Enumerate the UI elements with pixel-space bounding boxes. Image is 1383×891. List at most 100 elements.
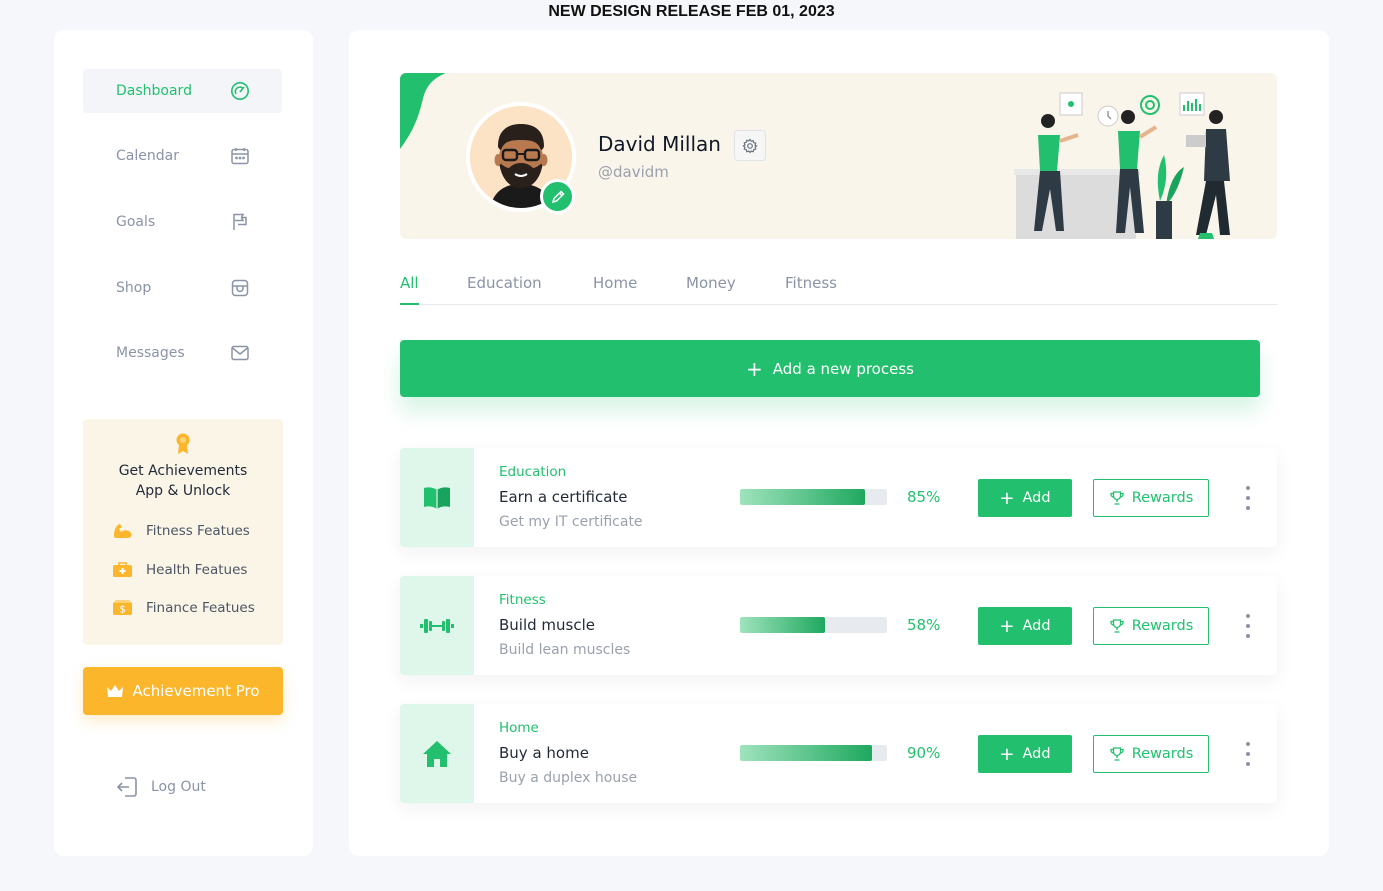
profile-handle: @davidm: [598, 163, 669, 181]
house-icon: [423, 740, 451, 767]
mail-icon: [231, 345, 249, 361]
sidebar-item-label: Calendar: [116, 148, 179, 164]
process-row-education[interactable]: Education Earn a certificate Get my IT c…: [400, 448, 1277, 547]
process-subtitle: Get my IT certificate: [499, 514, 643, 530]
process-icon-tile: [400, 448, 474, 547]
plus-icon: +: [999, 615, 1015, 637]
rewards-button[interactable]: Rewards: [1093, 735, 1209, 773]
progress-percent: 85%: [907, 488, 941, 506]
edit-avatar-button[interactable]: [540, 179, 575, 214]
process-icon-tile: [400, 704, 474, 803]
tab-education[interactable]: Education: [467, 274, 542, 305]
trophy-icon: [1110, 491, 1124, 505]
team-illustration: [1014, 92, 1230, 239]
feature-label: Finance Featues: [146, 599, 255, 616]
process-category: Home: [499, 720, 539, 736]
shop-icon: [231, 279, 249, 297]
profile-name: David Millan: [598, 132, 721, 156]
more-options-icon[interactable]: [1240, 612, 1256, 640]
process-title: Buy a home: [499, 744, 589, 762]
achievements-title-line1: Get Achievements: [118, 463, 248, 479]
tab-all[interactable]: All: [400, 274, 419, 305]
progress-bar: [740, 617, 887, 633]
book-icon: [424, 486, 450, 509]
progress-bar: [740, 745, 887, 761]
add-process-label: Add a new process: [772, 359, 914, 378]
sidebar: Dashboard Calendar Goals Shop Messages G…: [54, 30, 313, 856]
plus-icon: +: [999, 743, 1015, 765]
pencil-icon: [551, 189, 565, 203]
sidebar-item-dashboard[interactable]: Dashboard: [83, 69, 282, 113]
plus-icon: +: [746, 356, 763, 381]
process-title: Earn a certificate: [499, 488, 628, 506]
add-button-label: Add: [1022, 490, 1051, 506]
sidebar-item-label: Messages: [116, 345, 185, 361]
process-category: Fitness: [499, 592, 546, 608]
more-options-icon[interactable]: [1240, 484, 1256, 512]
svg-text:$: $: [119, 605, 125, 616]
rewards-button[interactable]: Rewards: [1093, 607, 1209, 645]
profile-banner: David Millan @davidm: [400, 73, 1277, 239]
process-title: Build muscle: [499, 616, 595, 634]
progress-fill: [740, 489, 865, 505]
feature-health[interactable]: Health Featues: [112, 561, 247, 578]
flag-icon: [233, 213, 247, 230]
add-button-label: Add: [1022, 618, 1051, 634]
progress-bar: [740, 489, 887, 505]
main-panel: David Millan @davidm All Education Home …: [349, 30, 1329, 856]
muscle-icon: [114, 524, 132, 538]
tab-money[interactable]: Money: [686, 274, 736, 305]
achievements-title: Get Achievements App & Unlock: [83, 461, 283, 501]
process-row-fitness[interactable]: Fitness Build muscle Build lean muscles …: [400, 576, 1277, 675]
release-banner: NEW DESIGN RELEASE FEB 01, 2023: [548, 3, 835, 20]
progress-percent: 58%: [907, 616, 941, 634]
tab-home[interactable]: Home: [593, 274, 637, 305]
pro-button-label: Achievement Pro: [132, 682, 260, 700]
feature-label: Fitness Featues: [146, 522, 250, 539]
rewards-button-label: Rewards: [1131, 490, 1194, 506]
logout-link[interactable]: Log Out: [115, 776, 206, 798]
add-button-label: Add: [1022, 746, 1051, 762]
decorative-blob: [400, 73, 446, 149]
process-subtitle: Build lean muscles: [499, 642, 631, 658]
plus-icon: +: [999, 487, 1015, 509]
achievement-pro-button[interactable]: Achievement Pro: [83, 667, 283, 715]
gear-icon: [742, 138, 758, 153]
medical-kit-icon: [113, 562, 132, 577]
tab-fitness[interactable]: Fitness: [785, 274, 837, 305]
feature-fitness[interactable]: Fitness Featues: [112, 522, 250, 539]
add-process-button[interactable]: + Add a new process: [400, 340, 1260, 397]
settings-button[interactable]: [734, 130, 766, 161]
sidebar-item-shop[interactable]: Shop: [83, 266, 282, 310]
sidebar-item-messages[interactable]: Messages: [83, 331, 282, 375]
process-icon-tile: [400, 576, 474, 675]
sidebar-item-goals[interactable]: Goals: [83, 200, 282, 244]
sidebar-item-label: Shop: [116, 280, 152, 296]
tab-bar: All Education Home Money Fitness: [400, 274, 1277, 305]
achievements-card: Get Achievements App & Unlock Fitness Fe…: [83, 419, 283, 645]
sidebar-item-label: Goals: [116, 214, 156, 230]
feature-label: Health Featues: [146, 561, 248, 578]
more-options-icon[interactable]: [1240, 740, 1256, 768]
progress-percent: 90%: [907, 744, 941, 762]
add-button[interactable]: + Add: [978, 735, 1072, 773]
add-button[interactable]: + Add: [978, 607, 1072, 645]
rewards-button[interactable]: Rewards: [1093, 479, 1209, 517]
sidebar-item-calendar[interactable]: Calendar: [83, 134, 282, 178]
rewards-button-label: Rewards: [1131, 618, 1194, 634]
progress-fill: [740, 617, 826, 633]
money-icon: $: [113, 600, 132, 616]
achievements-title-line2: App & Unlock: [135, 483, 231, 499]
process-row-home[interactable]: Home Buy a home Buy a duplex house 90% +…: [400, 704, 1277, 803]
logout-icon: [116, 777, 137, 797]
add-button[interactable]: + Add: [978, 479, 1072, 517]
trophy-icon: [1110, 619, 1124, 633]
rewards-button-label: Rewards: [1131, 746, 1194, 762]
calendar-icon: [231, 148, 249, 165]
feature-finance[interactable]: $ Finance Featues: [112, 599, 255, 616]
medal-icon: [176, 433, 190, 454]
gauge-icon: [231, 82, 249, 100]
process-category: Education: [499, 464, 567, 480]
crown-icon: [107, 685, 124, 697]
logout-label: Log Out: [151, 779, 206, 795]
